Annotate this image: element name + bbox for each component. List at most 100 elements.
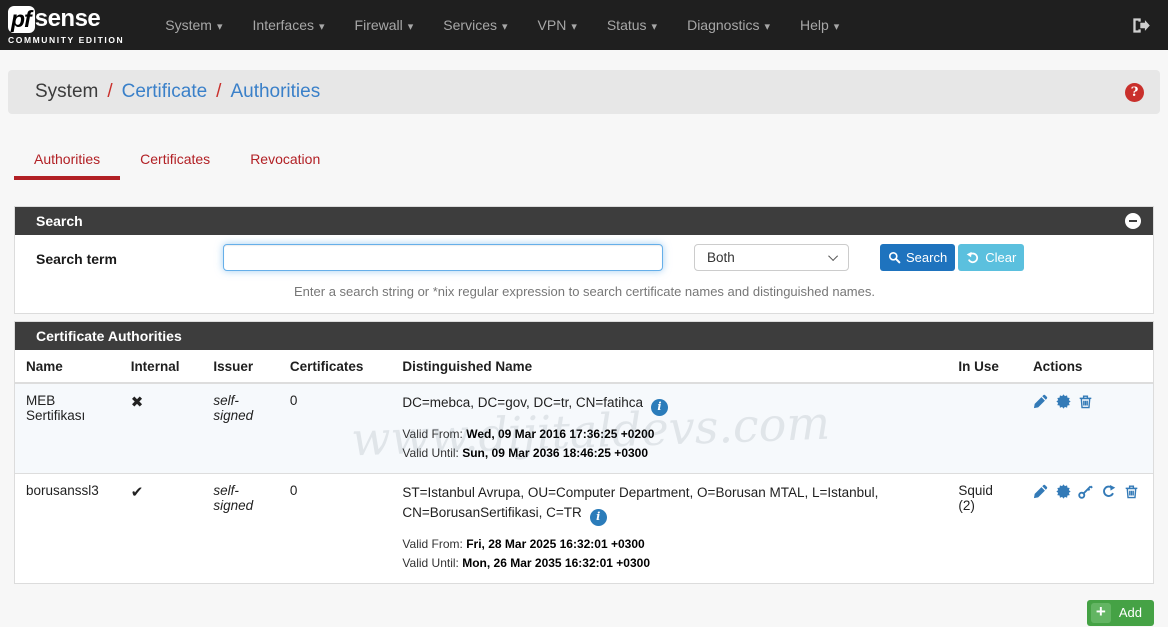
valid-until-label: Valid Until: <box>402 556 458 570</box>
trash-icon[interactable] <box>1124 484 1139 499</box>
ca-issuer: self-signed <box>203 383 280 473</box>
valid-from-label: Valid From: <box>402 537 462 551</box>
table-row: MEB Sertifikası ✖ self-signed 0 DC=mebca… <box>15 383 1153 473</box>
search-input[interactable] <box>223 244 663 271</box>
caret-down-icon <box>652 17 658 33</box>
nav-label: Interfaces <box>253 17 314 33</box>
ca-name: borusanssl3 <box>15 473 121 582</box>
nav-label: Status <box>607 17 647 33</box>
ca-certificate-count: 0 <box>280 383 393 473</box>
certificate-icon[interactable] <box>1056 484 1071 499</box>
ca-panel-header: Certificate Authorities <box>15 322 1153 350</box>
table-header-row: Name Internal Issuer Certificates Distin… <box>15 350 1153 383</box>
ca-in-use: Squid (2) <box>948 473 1023 582</box>
search-panel-body: Search term Both Search <box>15 235 1153 313</box>
ca-in-use <box>948 383 1023 473</box>
breadcrumb: System / Certificate / Authorities <box>8 70 1160 114</box>
pfsense-logo[interactable]: pf sense COMMUNITY EDITION <box>8 6 124 45</box>
col-certificates: Certificates <box>280 350 393 383</box>
top-navbar: pf sense COMMUNITY EDITION System Interf… <box>0 0 1168 50</box>
col-distinguished-name: Distinguished Name <box>392 350 948 383</box>
logo-sense-text: sense <box>35 7 101 31</box>
logo-edition-text: COMMUNITY EDITION <box>8 35 124 45</box>
ca-distinguished-name: DC=mebca, DC=gov, DC=tr, CN=fatihca <box>402 395 643 410</box>
ca-table: Name Internal Issuer Certificates Distin… <box>15 350 1153 583</box>
clear-button[interactable]: Clear <box>958 244 1024 271</box>
ca-issuer: self-signed <box>203 473 280 582</box>
collapse-minus-icon[interactable] <box>1125 213 1141 229</box>
caret-down-icon <box>764 17 770 33</box>
caret-down-icon <box>834 17 840 33</box>
ca-certificate-count: 0 <box>280 473 393 582</box>
col-in-use: In Use <box>948 350 1023 383</box>
clear-button-label: Clear <box>985 250 1016 265</box>
breadcrumb-link-authorities[interactable]: Authorities <box>230 81 320 103</box>
nav-item-interfaces[interactable]: Interfaces <box>238 1 340 49</box>
table-row: borusanssl3 ✔ self-signed 0 ST=Istanbul … <box>15 473 1153 582</box>
search-panel: Search Search term Both Search <box>14 206 1154 314</box>
col-actions: Actions <box>1023 350 1153 383</box>
valid-from-value: Fri, 28 Mar 2025 16:32:01 +0300 <box>466 537 644 551</box>
sign-out-icon[interactable] <box>1125 10 1156 41</box>
caret-down-icon <box>408 17 414 33</box>
certificate-icon[interactable] <box>1056 394 1071 409</box>
tab-certificates[interactable]: Certificates <box>120 143 230 180</box>
ca-name: MEB Sertifikası <box>15 383 121 473</box>
nav-label: Help <box>800 17 829 33</box>
breadcrumb-separator: / <box>98 81 121 103</box>
search-button[interactable]: Search <box>880 244 955 271</box>
nav-item-help[interactable]: Help <box>785 1 854 49</box>
nav-label: Diagnostics <box>687 17 759 33</box>
search-panel-title: Search <box>36 213 83 229</box>
col-issuer: Issuer <box>203 350 280 383</box>
caret-down-icon <box>319 17 325 33</box>
caret-down-icon <box>571 17 577 33</box>
search-icon <box>888 251 901 264</box>
col-internal: Internal <box>121 350 204 383</box>
check-icon: ✔ <box>131 484 144 501</box>
nav-item-firewall[interactable]: Firewall <box>340 1 429 49</box>
search-scope-select[interactable]: Both <box>694 244 849 271</box>
valid-from-label: Valid From: <box>402 427 462 441</box>
validity-dates: Valid From: Wed, 09 Mar 2016 17:36:25 +0… <box>402 425 938 464</box>
help-icon[interactable] <box>1125 83 1144 102</box>
nav-item-vpn[interactable]: VPN <box>523 1 592 49</box>
renew-icon[interactable] <box>1101 484 1116 499</box>
times-icon: ✖ <box>131 394 144 411</box>
nav-item-status[interactable]: Status <box>592 1 672 49</box>
pencil-icon[interactable] <box>1033 484 1048 499</box>
caret-down-icon <box>502 17 508 33</box>
breadcrumb-section: System <box>35 81 98 103</box>
tab-authorities[interactable]: Authorities <box>14 143 120 180</box>
tab-revocation[interactable]: Revocation <box>230 143 340 180</box>
search-scope-value: Both <box>707 250 735 265</box>
nav-label: Firewall <box>355 17 403 33</box>
page-tabs: Authorities Certificates Revocation <box>14 143 1154 180</box>
undo-icon <box>966 251 980 265</box>
search-term-label: Search term <box>36 248 223 267</box>
ca-distinguished-name: ST=Istanbul Avrupa, OU=Computer Departme… <box>402 485 878 520</box>
search-button-label: Search <box>906 250 947 265</box>
nav-item-services[interactable]: Services <box>428 1 522 49</box>
chevron-down-icon <box>828 251 838 261</box>
col-name: Name <box>15 350 121 383</box>
add-button[interactable]: Add <box>1087 600 1154 626</box>
trash-icon[interactable] <box>1078 394 1093 409</box>
nav-item-system[interactable]: System <box>150 1 237 49</box>
key-icon[interactable] <box>1078 484 1093 499</box>
ca-panel-title: Certificate Authorities <box>36 328 182 344</box>
info-icon[interactable] <box>651 399 668 416</box>
nav-label: Services <box>443 17 497 33</box>
info-icon[interactable] <box>590 509 607 526</box>
search-hint-text: Enter a search string or *nix regular ex… <box>36 284 1133 299</box>
validity-dates: Valid From: Fri, 28 Mar 2025 16:32:01 +0… <box>402 535 938 574</box>
main-menu: System Interfaces Firewall Services VPN … <box>150 1 1125 49</box>
nav-item-diagnostics[interactable]: Diagnostics <box>672 1 785 49</box>
nav-label: System <box>165 17 212 33</box>
caret-down-icon <box>217 17 223 33</box>
valid-from-value: Wed, 09 Mar 2016 17:36:25 +0200 <box>466 427 654 441</box>
valid-until-value: Sun, 09 Mar 2036 18:46:25 +0300 <box>462 446 648 460</box>
breadcrumb-link-certificate[interactable]: Certificate <box>122 81 208 103</box>
valid-until-value: Mon, 26 Mar 2035 16:32:01 +0300 <box>462 556 650 570</box>
pencil-icon[interactable] <box>1033 394 1048 409</box>
